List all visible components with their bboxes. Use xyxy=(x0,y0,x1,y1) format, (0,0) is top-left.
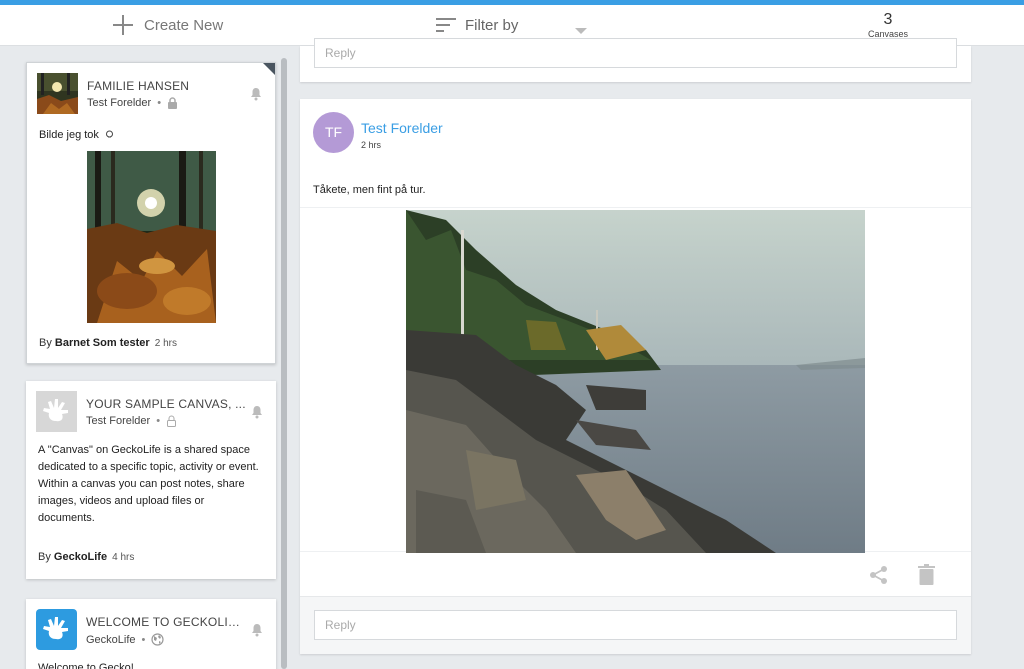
canvas-card-sample[interactable]: YOUR SAMPLE CANVAS, ... Test Forelder • … xyxy=(26,381,276,579)
canvas-owner-name: Test Forelder xyxy=(87,97,152,109)
post-footer: Reply xyxy=(300,596,971,654)
separator-dot: • xyxy=(156,415,161,427)
canvas-card-familie-hansen[interactable]: FAMILIE HANSEN Test Forelder • Bilde jeg… xyxy=(26,62,276,364)
canvas-thumbnail xyxy=(37,73,78,114)
bell-icon[interactable] xyxy=(249,87,263,101)
byline-prefix: By xyxy=(39,337,52,349)
globe-icon xyxy=(151,633,164,646)
canvas-byline: By GeckoLife 4 hrs xyxy=(38,551,134,563)
trash-icon[interactable] xyxy=(918,564,935,585)
byline-age: 2 hrs xyxy=(154,338,177,349)
byline-age: 4 hrs xyxy=(112,552,135,563)
share-icon[interactable] xyxy=(869,565,889,585)
reply-input[interactable]: Reply xyxy=(314,38,957,68)
canvas-owner: Test Forelder • xyxy=(87,97,178,109)
create-new-label: Create New xyxy=(144,16,224,34)
gecko-logo-icon xyxy=(36,391,77,432)
gecko-logo-icon xyxy=(36,609,77,650)
canvas-owner-name: Test Forelder xyxy=(86,415,151,427)
bell-icon[interactable] xyxy=(250,405,264,419)
reply-input[interactable]: Reply xyxy=(314,610,957,640)
canvas-description: A "Canvas" on GeckoLife is a shared spac… xyxy=(38,444,259,524)
canvas-owner: GeckoLife • xyxy=(86,633,164,646)
bell-icon[interactable] xyxy=(250,623,264,637)
post-image-area xyxy=(300,207,971,553)
plus-icon xyxy=(113,15,133,35)
separator-dot: • xyxy=(141,633,146,646)
post-image[interactable] xyxy=(406,210,865,553)
canvas-title: FAMILIE HANSEN xyxy=(87,79,190,93)
canvas-title: WELCOME TO GECKOLIFE! xyxy=(86,615,246,629)
canvas-card-welcome[interactable]: WELCOME TO GECKOLIFE! GeckoLife • Welcom… xyxy=(26,599,276,669)
canvas-count[interactable]: 3 Canvases xyxy=(858,12,918,40)
filter-icon xyxy=(436,18,456,32)
canvas-description: Bilde jeg tok xyxy=(39,127,265,144)
avatar[interactable]: TF xyxy=(313,112,354,153)
filter-label: Filter by xyxy=(465,16,519,34)
post-card: TF Test Forelder 2 hrs Tåkete, men fint … xyxy=(300,99,971,654)
post-time: 2 hrs xyxy=(361,140,382,150)
byline-prefix: By xyxy=(38,551,51,563)
canvas-byline: By Barnet Som tester 2 hrs xyxy=(39,337,177,349)
previous-post-footer: Reply xyxy=(300,38,971,82)
canvas-description: Welcome to Gecko! xyxy=(38,662,134,669)
canvas-list-scrollbar[interactable] xyxy=(281,58,287,669)
chevron-down-icon[interactable] xyxy=(575,28,587,34)
canvas-title: YOUR SAMPLE CANVAS, ... xyxy=(86,397,246,411)
post-text: Tåkete, men fint på tur. xyxy=(313,184,426,196)
filter-button[interactable]: Filter by xyxy=(436,12,518,38)
canvas-list: FAMILIE HANSEN Test Forelder • Bilde jeg… xyxy=(0,46,287,669)
byline-author: GeckoLife xyxy=(53,551,108,563)
canvas-owner: Test Forelder • xyxy=(86,415,177,427)
canvas-post-image xyxy=(87,151,216,323)
comment-icon xyxy=(106,130,113,138)
post-author[interactable]: Test Forelder xyxy=(361,120,443,136)
canvas-count-number: 3 xyxy=(883,11,893,28)
canvas-description-text: Bilde jeg tok xyxy=(39,129,99,141)
selected-corner-marker xyxy=(263,63,275,75)
canvas-owner-name: GeckoLife xyxy=(86,633,136,646)
lock-icon xyxy=(168,97,178,109)
lock-icon xyxy=(167,415,177,427)
create-new-button[interactable]: Create New xyxy=(113,12,223,38)
separator-dot: • xyxy=(157,97,162,109)
byline-author: Barnet Som tester xyxy=(54,337,150,349)
